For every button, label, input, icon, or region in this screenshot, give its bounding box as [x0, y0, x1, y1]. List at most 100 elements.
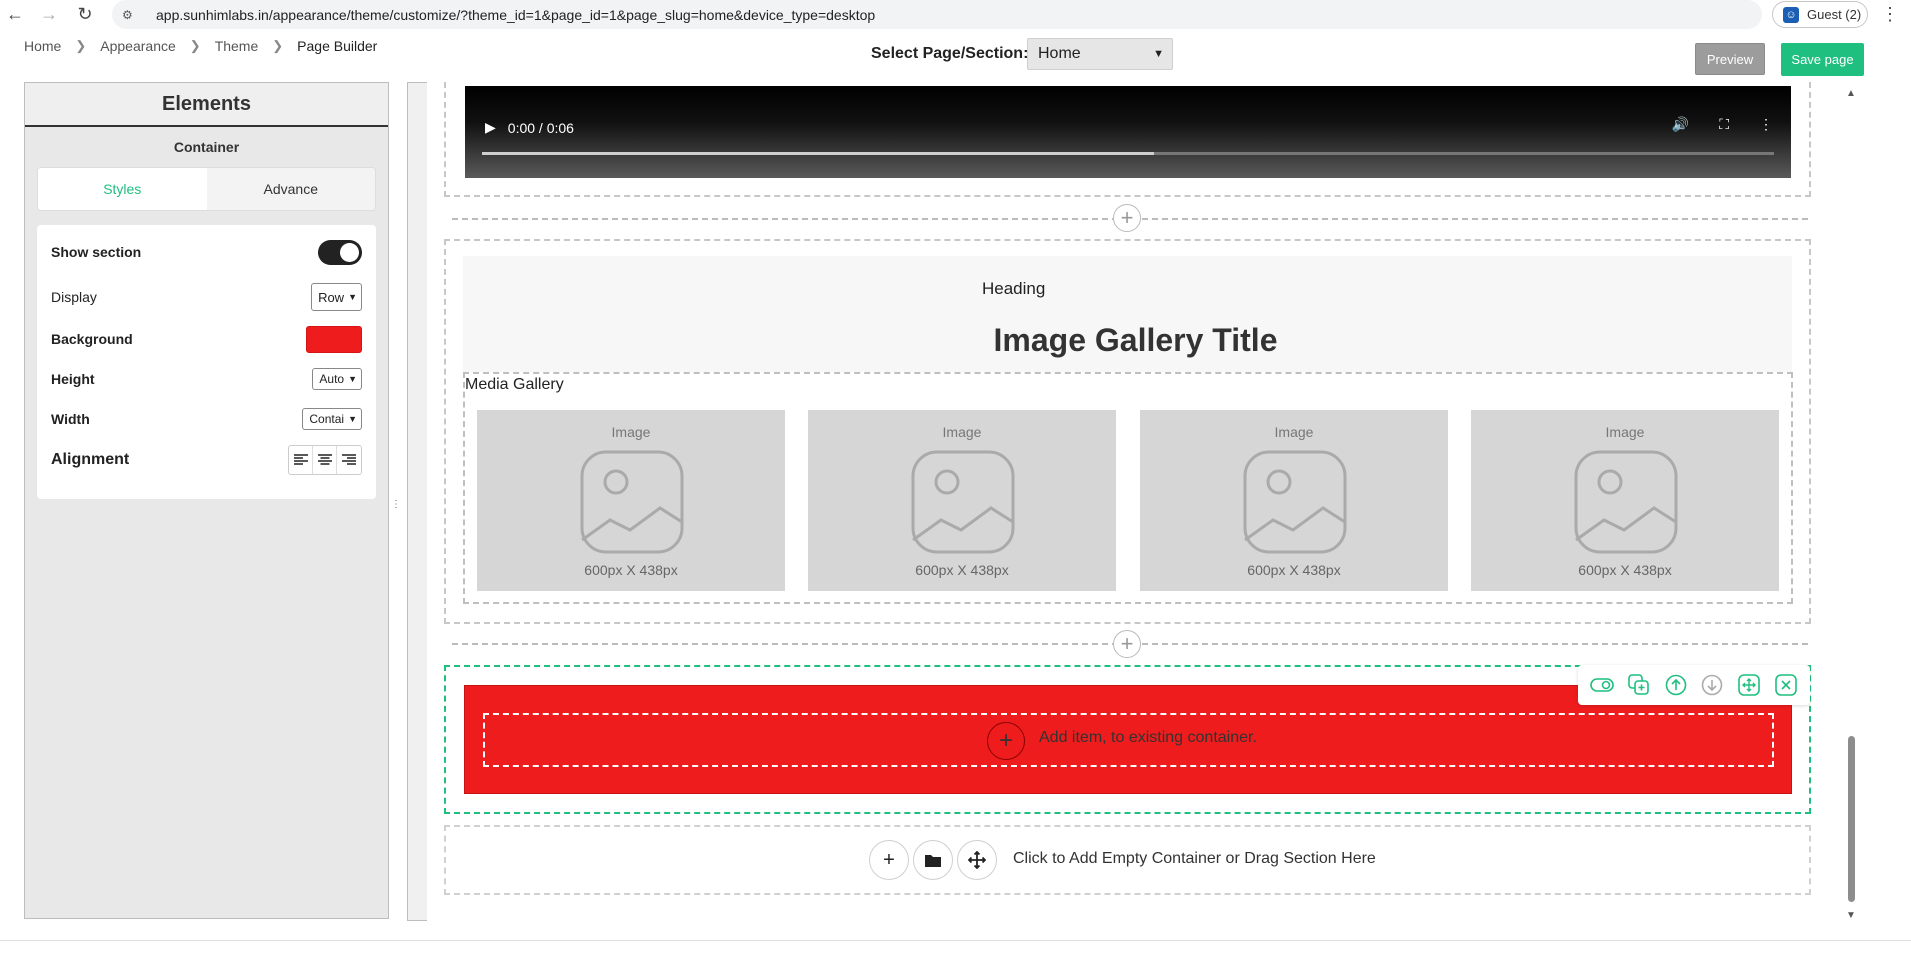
duplicate-icon[interactable] — [1626, 672, 1652, 698]
move-up-icon[interactable] — [1663, 672, 1689, 698]
scroll-thumb[interactable] — [1848, 736, 1855, 902]
background-label: Background — [51, 331, 133, 347]
width-row: Width Contai ▼ — [51, 395, 362, 443]
chevron-right-icon: ❯ — [272, 38, 284, 53]
breadcrumb-appearance[interactable]: Appearance — [100, 38, 176, 54]
panel-title: Elements — [25, 83, 388, 127]
browser-toolbar: ← → ↻ ⚙ app.sunhimlabs.in/appearance/the… — [0, 0, 1911, 29]
chevron-right-icon: ❯ — [75, 38, 87, 53]
page-select-label: Select Page/Section: — [871, 45, 1029, 62]
reload-icon[interactable]: ↻ — [70, 0, 100, 29]
image-caption: Image — [942, 424, 982, 440]
folder-icon[interactable] — [913, 840, 953, 880]
chevron-down-icon: ▼ — [1153, 48, 1164, 60]
chevron-right-icon: ❯ — [189, 38, 201, 53]
forward-icon[interactable]: → — [34, 0, 64, 29]
address-bar[interactable]: ⚙ app.sunhimlabs.in/appearance/theme/cus… — [112, 0, 1762, 29]
toggle-visibility-icon[interactable] — [1589, 672, 1615, 698]
breadcrumb: Home ❯ Appearance ❯ Theme ❯ Page Builder — [24, 38, 377, 54]
display-value: Row — [318, 289, 345, 305]
image-caption: Image — [1274, 424, 1314, 440]
image-placeholder-icon — [1574, 450, 1678, 554]
align-left-icon[interactable] — [289, 446, 313, 474]
image-size-label: 600px X 438px — [1578, 562, 1672, 578]
move-down-icon[interactable] — [1699, 672, 1725, 698]
align-center-icon[interactable] — [313, 446, 337, 474]
add-section-icon[interactable]: + — [1113, 204, 1141, 232]
alignment-row: Alignment — [51, 443, 362, 477]
width-value: Contai — [309, 412, 345, 426]
image-size-label: 600px X 438px — [584, 562, 678, 578]
scroll-down-icon[interactable]: ▼ — [1846, 910, 1856, 921]
gallery-title[interactable]: Image Gallery Title — [463, 322, 1808, 359]
height-value: Auto — [319, 372, 345, 386]
drag-move-icon[interactable] — [1736, 672, 1762, 698]
show-section-toggle[interactable] — [318, 239, 362, 265]
tab-advance[interactable]: Advance — [206, 168, 375, 210]
media-gallery-label: Media Gallery — [465, 376, 564, 393]
volume-icon[interactable]: 🔊 — [1672, 116, 1689, 133]
image-placeholder-icon — [580, 450, 684, 554]
empty-container-text: Click to Add Empty Container or Drag Sec… — [1013, 850, 1376, 867]
panel-resize-handle[interactable]: ⋮ — [391, 497, 401, 513]
image-placeholder-icon — [1243, 450, 1347, 554]
align-right-icon[interactable] — [337, 446, 361, 474]
styles-card: Show section Display Row ▼ Background He… — [37, 225, 376, 499]
delete-section-icon[interactable] — [1773, 672, 1799, 698]
gallery-image-3[interactable]: Image 600px X 438px — [1140, 410, 1448, 591]
width-label: Width — [51, 411, 90, 427]
preview-button[interactable]: Preview — [1695, 43, 1765, 75]
chevron-down-icon: ▼ — [348, 292, 357, 302]
background-row: Background — [51, 315, 362, 363]
tab-styles[interactable]: Styles — [38, 168, 207, 210]
gallery-image-2[interactable]: Image 600px X 438px — [808, 410, 1116, 591]
site-settings-icon[interactable]: ⚙ — [122, 8, 142, 22]
chevron-down-icon: ▼ — [348, 374, 357, 384]
height-select[interactable]: Auto ▼ — [312, 368, 362, 390]
more-options-icon[interactable]: ⋮ — [1759, 116, 1773, 133]
page-select-value: Home — [1038, 45, 1081, 62]
width-select[interactable]: Contai ▼ — [302, 408, 362, 430]
url-text: app.sunhimlabs.in/appearance/theme/custo… — [156, 6, 876, 23]
display-select[interactable]: Row ▼ — [311, 283, 362, 311]
image-caption: Image — [611, 424, 651, 440]
fullscreen-icon[interactable]: ⛶ — [1719, 116, 1729, 133]
page-select[interactable]: Home ▼ — [1027, 38, 1173, 70]
panel-subtitle: Container — [173, 139, 240, 155]
drag-section-icon[interactable] — [957, 840, 997, 880]
add-section-icon[interactable]: + — [1113, 630, 1141, 658]
image-size-label: 600px X 438px — [1247, 562, 1341, 578]
display-row: Display Row ▼ — [51, 279, 362, 315]
scroll-up-icon[interactable]: ▲ — [1846, 88, 1856, 99]
back-icon[interactable]: ← — [0, 0, 30, 29]
display-label: Display — [51, 289, 97, 305]
image-size-label: 600px X 438px — [915, 562, 1009, 578]
add-item-text[interactable]: Add item, to existing container. — [1039, 729, 1257, 747]
alignment-label: Alignment — [51, 451, 130, 468]
add-container-icon[interactable]: + — [869, 840, 909, 880]
profile-button[interactable]: ☺ Guest (2) — [1772, 1, 1868, 28]
panel-tabs: Styles Advance — [37, 167, 376, 211]
background-color-swatch[interactable] — [306, 325, 362, 353]
video-time: 0:00 / 0:06 — [507, 119, 574, 136]
elements-panel: Elements Container Styles Advance Show s… — [24, 82, 389, 919]
bottom-divider — [0, 940, 1911, 941]
show-section-label: Show section — [51, 244, 142, 260]
gallery-image-4[interactable]: Image 600px X 438px — [1471, 410, 1779, 591]
browser-menu-icon[interactable]: ⋮ — [1880, 0, 1900, 29]
image-caption: Image — [1605, 424, 1645, 440]
heading-text[interactable]: Heading — [982, 279, 1045, 299]
breadcrumb-page-builder: Page Builder — [297, 38, 378, 54]
height-label: Height — [51, 371, 95, 387]
breadcrumb-theme[interactable]: Theme — [215, 38, 259, 54]
save-page-button[interactable]: Save page — [1781, 43, 1864, 76]
breadcrumb-home[interactable]: Home — [24, 38, 61, 54]
chevron-down-icon: ▼ — [348, 414, 357, 424]
canvas-scrollbar[interactable]: ▲ ▼ — [1845, 88, 1859, 924]
gallery-image-1[interactable]: Image 600px X 438px — [477, 410, 785, 591]
add-item-icon[interactable]: + — [987, 722, 1025, 760]
alignment-group — [288, 445, 362, 475]
video-progress-bar[interactable] — [482, 152, 1774, 155]
video-player[interactable]: ▶ 0:00 / 0:06 🔊 ⛶ ⋮ — [465, 86, 1791, 178]
play-icon[interactable]: ▶ — [485, 119, 496, 136]
